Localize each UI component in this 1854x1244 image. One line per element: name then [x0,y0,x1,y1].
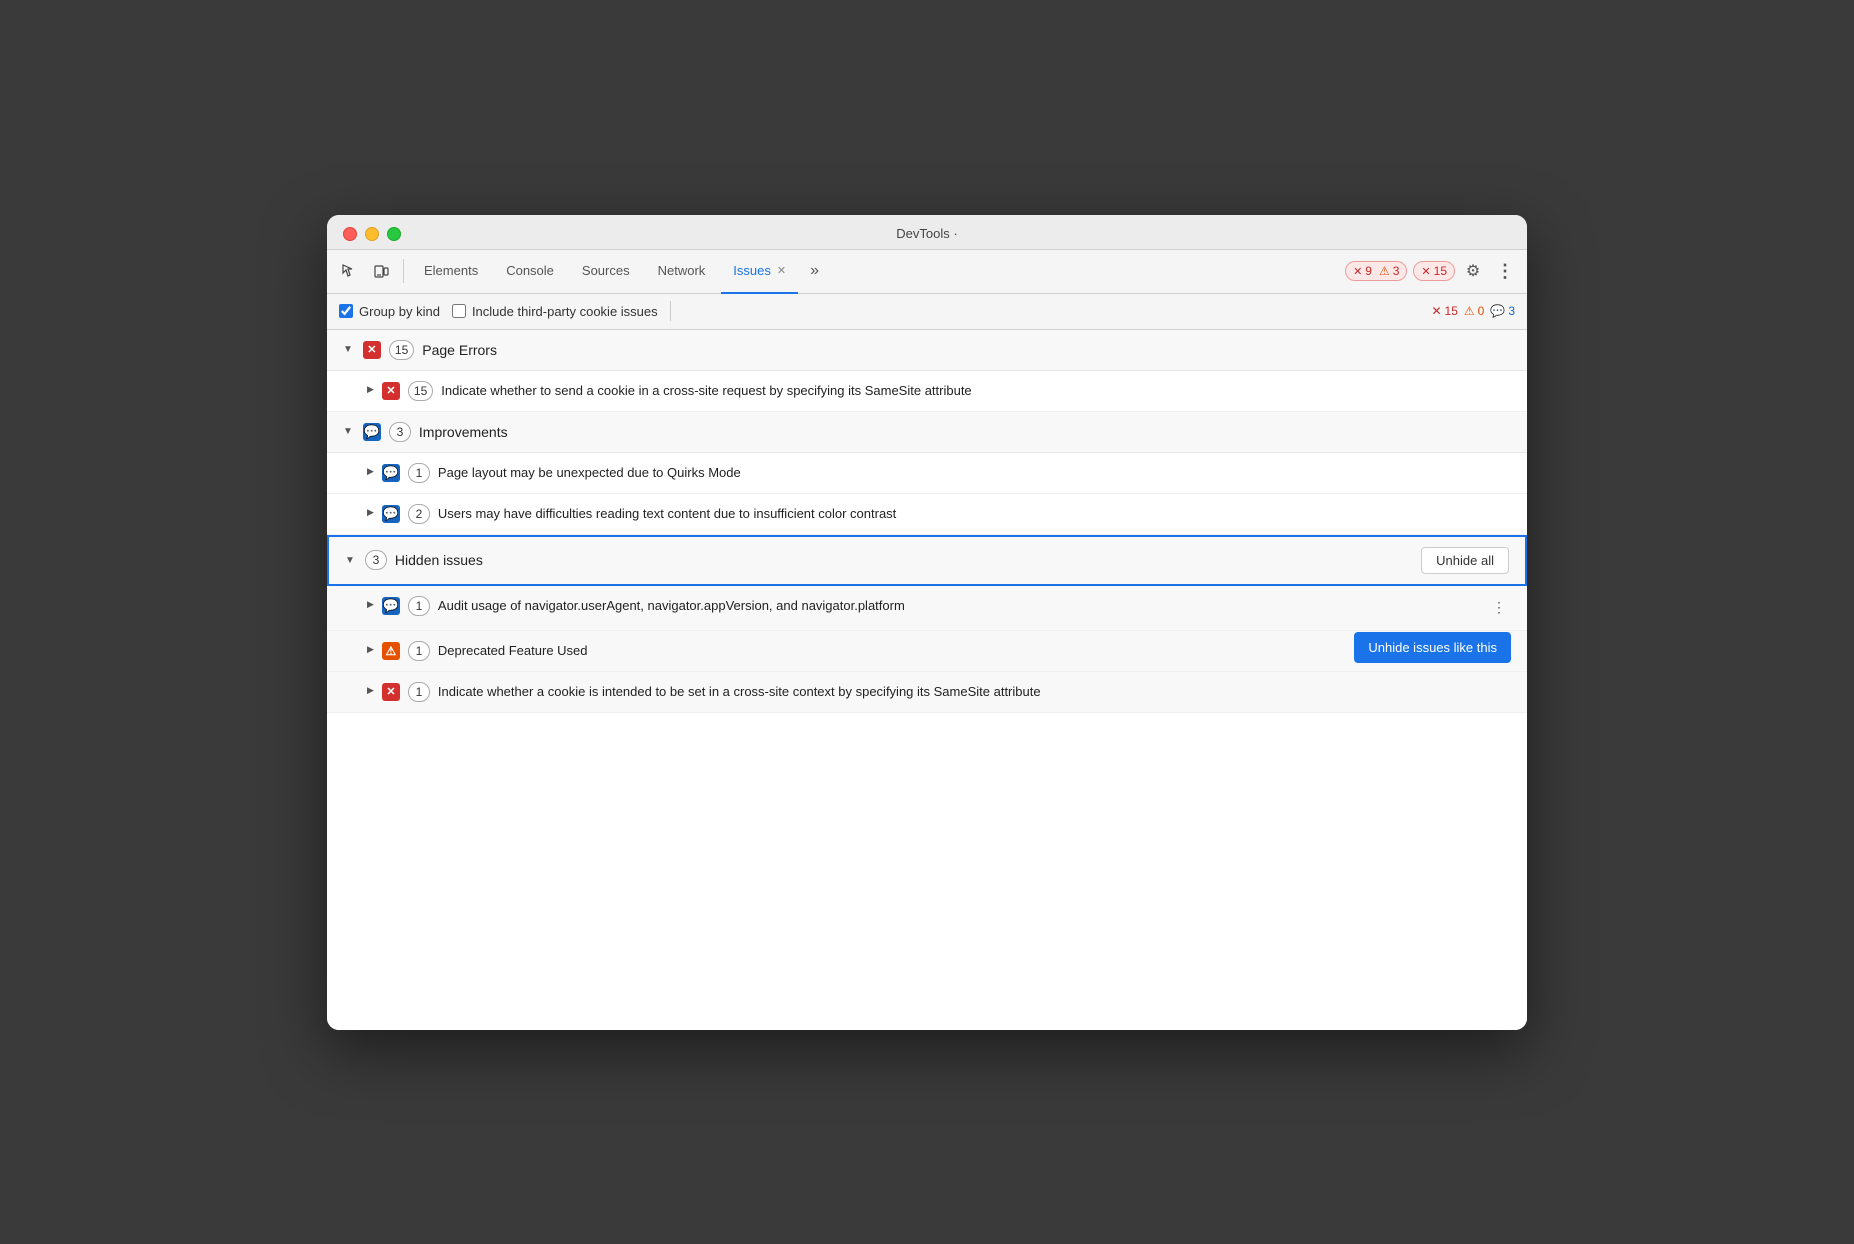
filter-badges: ✕ 15 ⚠ 0 💬 3 [1431,304,1515,318]
device-toolbar-button[interactable] [367,257,395,285]
issue-row-chevron: ▶ [367,685,374,696]
issue-badges: ✕ 9 ⚠ 3 ✕ 15 [1345,261,1455,281]
issue-count: 1 [408,682,430,702]
issue-row[interactable]: ▶ 💬 1 Audit usage of navigator.userAgent… [327,586,1527,631]
issue-row-chevron: ▶ [367,466,374,477]
filter-warn-icon: ⚠ [1464,304,1475,318]
third-party-checkbox[interactable]: Include third-party cookie issues [452,304,658,319]
hidden-issues-label: Hidden issues [395,552,483,568]
filter-error-icon: ✕ [1431,304,1441,318]
issue-count: 1 [408,596,430,616]
issues-panel: ▼ ✕ 15 Page Errors ▶ ✕ 15 Indicate wheth… [327,330,1527,1030]
info-count-badge[interactable]: ✕ 15 [1413,261,1455,281]
issue-row-chevron: ▶ [367,507,374,518]
tab-elements[interactable]: Elements [412,250,490,294]
hidden-issues-chevron: ▼ [345,555,355,566]
issue-count: 1 [408,641,430,661]
issue-row-chevron: ▶ [367,644,374,655]
filter-divider [670,301,671,321]
issue-row[interactable]: ▶ 💬 2 Users may have difficulties readin… [327,494,1527,535]
third-party-input[interactable] [452,304,466,318]
tab-sources[interactable]: Sources [570,250,642,294]
maximize-button[interactable] [387,227,401,241]
group-by-kind-label: Group by kind [359,304,440,319]
issue-count: 2 [408,504,430,524]
close-issues-tab[interactable]: ✕ [777,264,786,277]
filter-info-icon: 💬 [1490,304,1505,318]
minimize-button[interactable] [365,227,379,241]
dots-icon: ⋮ [1496,261,1514,282]
tab-issues[interactable]: Issues ✕ [721,250,798,294]
filter-error-count: 15 [1445,304,1458,318]
devtools-window: DevTools · Elements Console Sources [327,215,1527,1030]
toolbar-divider [403,259,404,283]
improvements-count: 3 [389,422,411,442]
hidden-issues-section-header[interactable]: ▼ 3 Hidden issues Unhide all [327,535,1527,586]
issue-count: 1 [408,463,430,483]
group-by-kind-input[interactable] [339,304,353,318]
toolbar: Elements Console Sources Network Issues … [327,250,1527,294]
filter-error-badge: ✕ 15 [1431,304,1457,318]
page-errors-section-header[interactable]: ▼ ✕ 15 Page Errors [327,330,1527,371]
group-by-kind-checkbox[interactable]: Group by kind [339,304,440,319]
issue-text: Indicate whether a cookie is intended to… [438,682,1511,702]
issue-count: 15 [408,381,433,401]
filter-bar: Group by kind Include third-party cookie… [327,294,1527,330]
improvements-chevron: ▼ [343,426,353,437]
warning-icon: ⚠ [1379,264,1390,278]
issue-text: Page layout may be unexpected due to Qui… [438,463,1511,483]
close-button[interactable] [343,227,357,241]
issue-error-icon: ✕ [382,683,400,701]
issue-info-icon: 💬 [382,505,400,523]
unhide-issues-like-this-button[interactable]: Unhide issues like this [1354,632,1511,663]
info-count: 15 [1434,264,1447,278]
filter-info-badge: 💬 3 [1490,304,1515,318]
page-errors-icon: ✕ [363,341,381,359]
issue-row[interactable]: ▶ ✕ 1 Indicate whether a cookie is inten… [327,672,1527,713]
issue-menu-button[interactable]: ⋮ [1487,596,1511,620]
third-party-label: Include third-party cookie issues [472,304,658,319]
issue-text: Deprecated Feature Used [438,641,1511,661]
page-errors-chevron: ▼ [343,344,353,355]
hidden-issues-count: 3 [365,550,387,570]
unhide-all-button[interactable]: Unhide all [1421,547,1509,574]
tab-console[interactable]: Console [494,250,566,294]
error-count-badge[interactable]: ✕ 9 ⚠ 3 [1345,261,1407,281]
window-title: DevTools · [896,226,957,241]
filter-warn-count: 0 [1478,304,1485,318]
page-errors-count: 15 [389,340,414,360]
tab-network[interactable]: Network [646,250,718,294]
info-error-icon: ✕ [1421,265,1430,278]
page-errors-label: Page Errors [422,342,497,358]
traffic-lights [343,227,401,241]
issue-info-icon: 💬 [382,464,400,482]
improvements-icon: 💬 [363,423,381,441]
inspect-element-button[interactable] [335,257,363,285]
gear-icon: ⚙ [1466,261,1480,281]
title-bar: DevTools · [327,215,1527,250]
settings-button[interactable]: ⚙ [1459,257,1487,285]
error-icon: ✕ [1353,265,1362,278]
issue-warn-icon: ⚠ [382,642,400,660]
more-tabs-button[interactable]: » [802,262,827,280]
issue-row-chevron: ▶ [367,384,374,395]
more-options-button[interactable]: ⋮ [1491,257,1519,285]
issue-row[interactable]: ▶ ✕ 15 Indicate whether to send a cookie… [327,371,1527,412]
improvements-section-header[interactable]: ▼ 💬 3 Improvements [327,412,1527,453]
filter-warn-badge: ⚠ 0 [1464,304,1484,318]
issue-row[interactable]: ▶ 💬 1 Page layout may be unexpected due … [327,453,1527,494]
error-count: 9 [1365,264,1372,278]
warning-count: 3 [1393,264,1400,278]
issue-row[interactable]: ▶ ⚠ 1 Deprecated Feature Used [327,631,1527,672]
issue-info-icon: 💬 [382,597,400,615]
issue-error-icon: ✕ [382,382,400,400]
issue-text: Indicate whether to send a cookie in a c… [441,381,1511,401]
issue-text: Users may have difficulties reading text… [438,504,1511,524]
filter-info-count: 3 [1508,304,1515,318]
issue-text: Audit usage of navigator.userAgent, navi… [438,596,1479,616]
issue-row-chevron: ▶ [367,599,374,610]
improvements-label: Improvements [419,424,508,440]
